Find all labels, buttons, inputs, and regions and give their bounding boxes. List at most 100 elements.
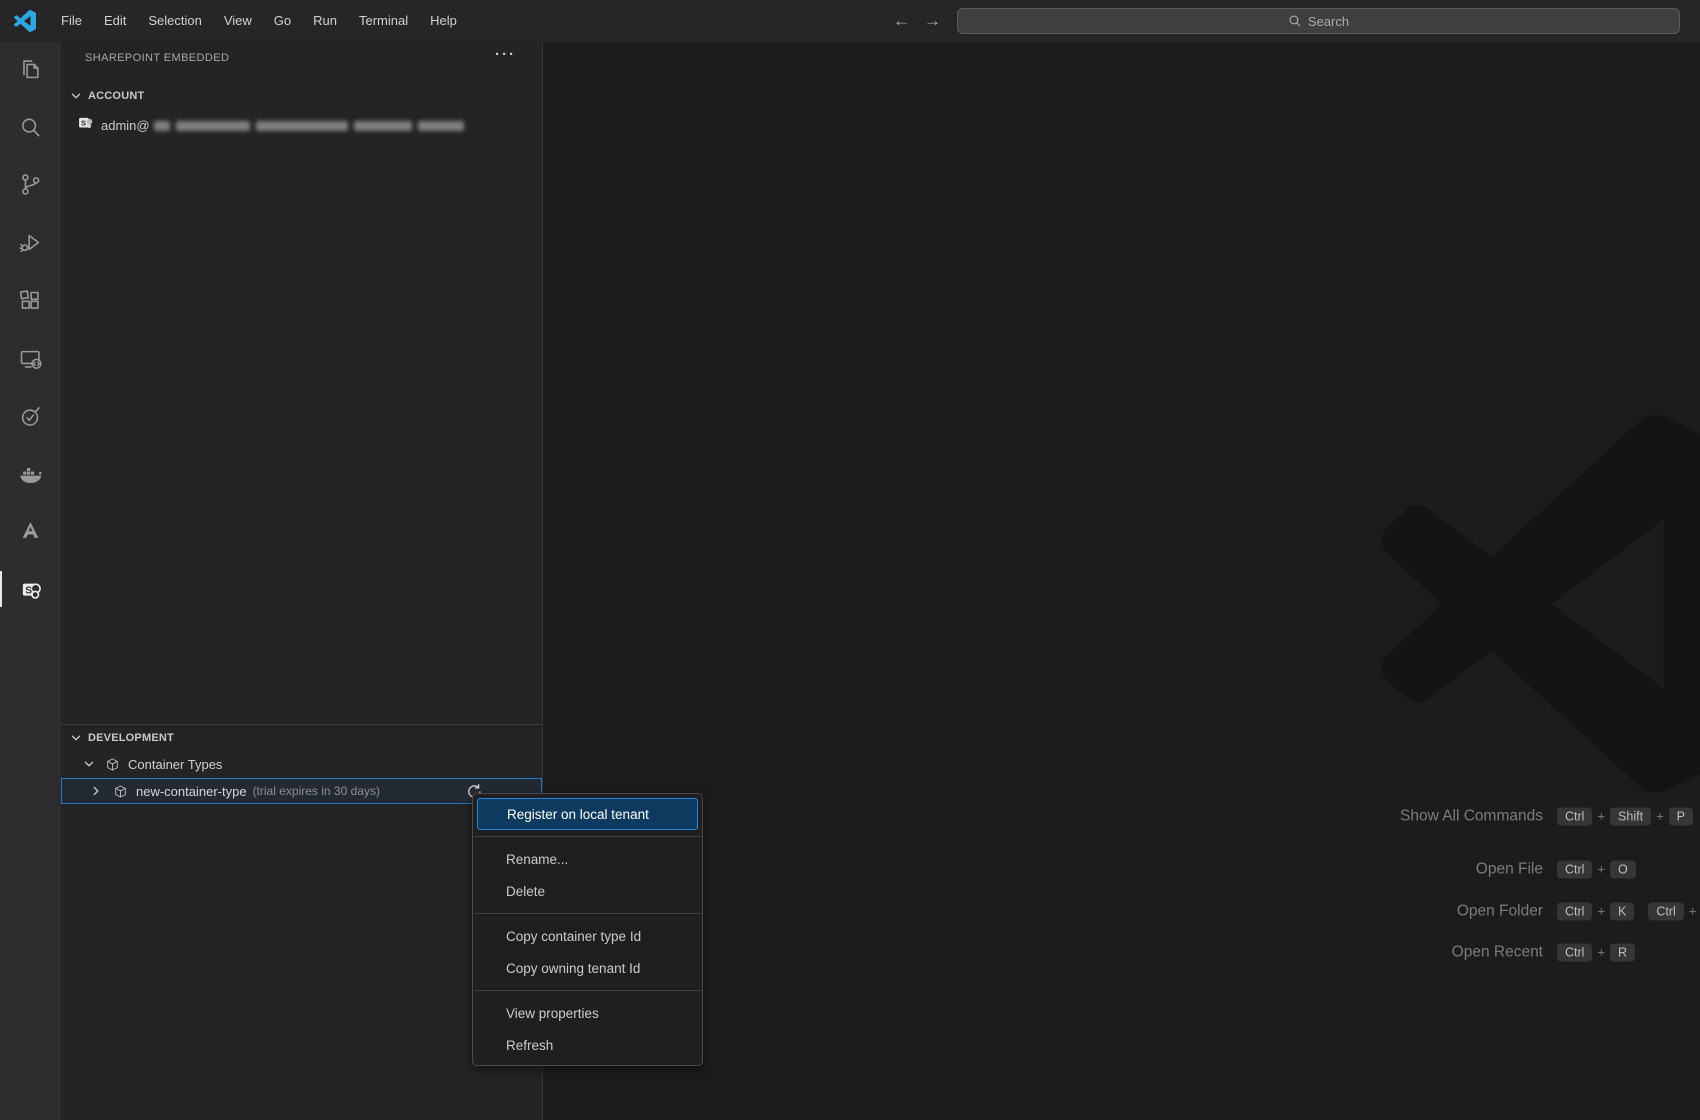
- redacted-block: [175, 120, 250, 131]
- keycap: Shift: [1610, 807, 1652, 825]
- menu-file[interactable]: File: [50, 0, 93, 42]
- tree-item-container-types[interactable]: Container Types: [61, 752, 542, 776]
- explorer-icon[interactable]: [0, 45, 61, 93]
- context-menu: Register on local tenant Rename... Delet…: [472, 793, 703, 1066]
- keycap: K: [1610, 902, 1635, 920]
- docker-icon[interactable]: [0, 450, 61, 498]
- menu-view[interactable]: View: [213, 0, 263, 42]
- redacted-account-info: [153, 120, 464, 131]
- keycap: Ctrl: [1557, 807, 1593, 825]
- container-types-label: Container Types: [128, 756, 223, 772]
- plus-separator: +: [1656, 808, 1664, 824]
- keycap: O: [1610, 860, 1636, 878]
- forward-arrow-icon[interactable]: →: [924, 11, 941, 31]
- sharepoint-account-icon: S: [77, 115, 94, 137]
- menu-edit[interactable]: Edit: [93, 0, 137, 42]
- run-debug-icon[interactable]: [0, 218, 61, 266]
- vscode-watermark-logo: [1380, 415, 1700, 793]
- redacted-block: [255, 120, 348, 131]
- keycap: R: [1610, 943, 1636, 961]
- menu-item-delete[interactable]: Delete: [477, 875, 698, 907]
- chevron-down-icon: [81, 756, 97, 772]
- menu-item-view-properties[interactable]: View properties: [477, 997, 698, 1029]
- redacted-block: [417, 120, 464, 131]
- search-icon[interactable]: [0, 103, 61, 151]
- chevron-right-icon: [88, 783, 104, 799]
- history-nav: ← →: [893, 0, 941, 42]
- menu-item-refresh[interactable]: Refresh: [477, 1029, 698, 1061]
- testing-icon[interactable]: [0, 392, 61, 440]
- azure-icon[interactable]: [0, 506, 61, 554]
- menu-separator: [474, 990, 701, 991]
- menu-item-copy-owning-tenant-id[interactable]: Copy owning tenant Id: [477, 952, 698, 984]
- keycap: Ctrl: [1557, 943, 1593, 961]
- trial-expiry-badge: (trial expires in 30 days): [252, 784, 380, 798]
- menu-go[interactable]: Go: [263, 0, 302, 42]
- vscode-window: { "titlebar": { "menus": ["File", "Edit"…: [0, 0, 1700, 1120]
- menu-terminal[interactable]: Terminal: [348, 0, 419, 42]
- sharepoint-embedded-icon[interactable]: S: [0, 565, 61, 613]
- keycap: Ctrl: [1557, 860, 1593, 878]
- plus-separator: +: [1597, 903, 1606, 919]
- shortcut-label: Open Folder: [1456, 902, 1543, 920]
- redacted-block: [153, 120, 170, 131]
- shortcut-keys: Ctrl + Shift + P: [1557, 807, 1693, 825]
- menu-selection[interactable]: Selection: [137, 0, 212, 42]
- more-actions-icon[interactable]: ···: [495, 46, 516, 63]
- tree-item-new-container-type[interactable]: new-container-type (trial expires in 30 …: [61, 778, 542, 804]
- menu-item-rename[interactable]: Rename...: [477, 843, 698, 875]
- menubar: File Edit Selection View Go Run Terminal…: [50, 0, 468, 42]
- vscode-logo-icon: [14, 9, 37, 32]
- menu-separator: [474, 836, 701, 837]
- section-divider: [61, 724, 542, 725]
- chevron-down-icon: [68, 88, 84, 104]
- remote-explorer-icon[interactable]: [0, 335, 61, 383]
- menu-separator: [474, 913, 701, 914]
- development-section-label: DEVELOPMENT: [88, 732, 174, 744]
- shortcut-row-open-file: Open File Ctrl + O: [1380, 859, 1636, 880]
- keycap: Ctrl: [1557, 902, 1593, 920]
- titlebar: File Edit Selection View Go Run Terminal…: [0, 0, 1700, 42]
- container-type-name: new-container-type: [136, 783, 247, 799]
- shortcut-keys: Ctrl + K Ctrl + O: [1557, 902, 1700, 920]
- account-section-header[interactable]: ACCOUNT: [61, 84, 542, 108]
- plus-separator: +: [1688, 903, 1697, 919]
- keycap: P: [1668, 807, 1693, 825]
- shortcut-row-show-all-commands: Show All Commands Ctrl + Shift + P: [1380, 806, 1693, 827]
- command-center-search[interactable]: Search: [957, 8, 1680, 34]
- menu-item-register-on-local-tenant[interactable]: Register on local tenant: [477, 798, 698, 830]
- account-email-prefix: admin@: [101, 118, 150, 133]
- shortcut-keys: Ctrl + R: [1557, 943, 1636, 961]
- container-types-icon: [104, 756, 121, 773]
- plus-separator: +: [1597, 808, 1606, 824]
- menu-help[interactable]: Help: [419, 0, 468, 42]
- shortcut-label: Open Recent: [1451, 943, 1543, 961]
- source-control-icon[interactable]: [0, 160, 61, 208]
- extensions-icon[interactable]: [0, 276, 61, 324]
- shortcut-keys: Ctrl + O: [1557, 860, 1636, 878]
- redacted-block: [353, 120, 412, 131]
- container-type-icon: [112, 783, 129, 800]
- search-placeholder: Search: [1307, 13, 1350, 29]
- menu-run[interactable]: Run: [302, 0, 348, 42]
- svg-text:S: S: [25, 585, 32, 596]
- svg-text:S: S: [81, 118, 86, 127]
- sharepoint-embedded-sidebar: SHAREPOINT EMBEDDED ··· ACCOUNT S admin@…: [61, 42, 543, 1120]
- plus-separator: +: [1597, 944, 1606, 960]
- sidebar-title-row: SHAREPOINT EMBEDDED ···: [61, 42, 542, 76]
- activity-bar: S: [0, 42, 61, 1120]
- active-view-indicator: [0, 571, 2, 607]
- account-item[interactable]: S admin@: [61, 112, 542, 139]
- shortcut-label: Open File: [1475, 860, 1543, 878]
- keycap: Ctrl: [1648, 902, 1684, 920]
- back-arrow-icon[interactable]: ←: [893, 11, 910, 31]
- chevron-down-icon: [68, 730, 84, 746]
- sidebar-title: SHAREPOINT EMBEDDED: [85, 52, 230, 64]
- menu-item-copy-container-type-id[interactable]: Copy container type Id: [477, 920, 698, 952]
- shortcut-label: Show All Commands: [1399, 807, 1543, 825]
- account-section-label: ACCOUNT: [88, 90, 145, 102]
- development-section-header[interactable]: DEVELOPMENT: [61, 726, 542, 750]
- shortcut-row-open-folder: Open Folder Ctrl + K Ctrl + O: [1380, 901, 1700, 922]
- plus-separator: +: [1597, 861, 1606, 877]
- search-icon: [1289, 15, 1301, 27]
